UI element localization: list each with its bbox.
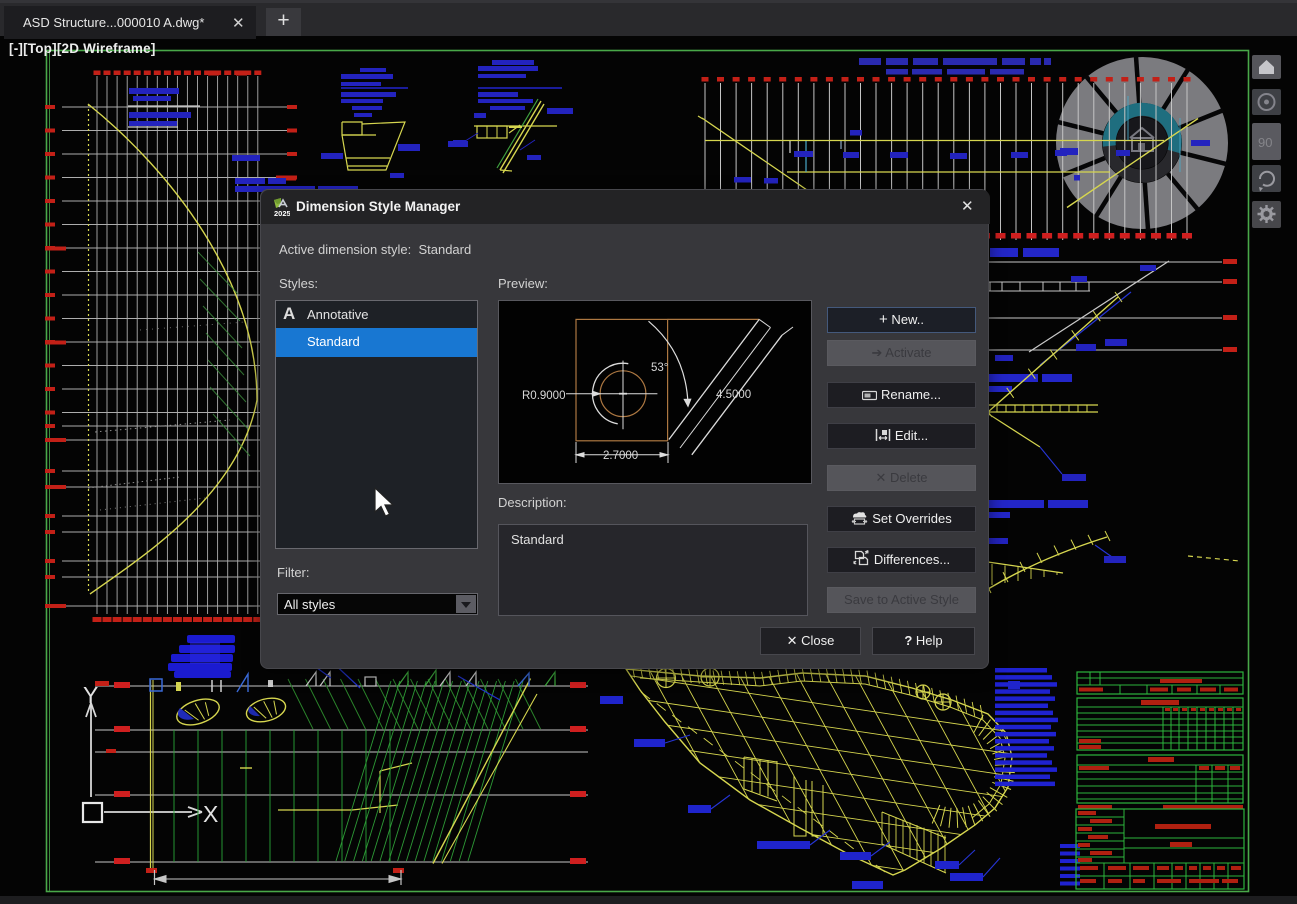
svg-text:2.7000: 2.7000 [603,450,638,462]
svg-text:R0.9000: R0.9000 [522,390,565,402]
svg-text:X: X [203,801,218,827]
svg-text:4.5000: 4.5000 [716,389,751,401]
svg-text:2025: 2025 [274,209,290,217]
svg-text:90: 90 [1258,135,1272,150]
svg-text:53°: 53° [651,362,668,374]
